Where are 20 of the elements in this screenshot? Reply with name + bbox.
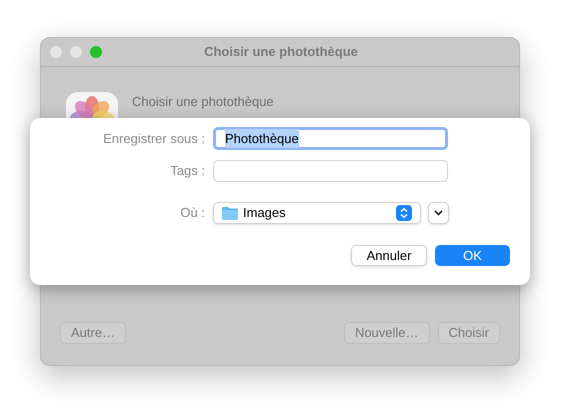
- location-select[interactable]: Images: [213, 202, 421, 224]
- other-button[interactable]: Autre…: [60, 322, 126, 344]
- field-label: Tags :: [169, 162, 205, 180]
- window-title: Choisir une photothèque: [204, 43, 358, 62]
- cancel-button[interactable]: Annuler: [351, 245, 427, 266]
- field-label: Enregistrer sous :: [102, 130, 205, 148]
- field-label: Où :: [179, 204, 205, 222]
- zoom-icon[interactable]: [90, 46, 102, 58]
- ok-button[interactable]: OK: [435, 245, 510, 266]
- tags-field[interactable]: [213, 160, 448, 182]
- window-button[interactable]: Nouvelle…: [344, 322, 430, 344]
- window-heading: Choisir une photothèque: [132, 94, 274, 110]
- expand-button[interactable]: [428, 202, 449, 224]
- stepper-icon: [396, 205, 412, 221]
- chevron-down-icon: [434, 210, 443, 216]
- name-field[interactable]: Photothèque: [213, 127, 448, 150]
- minimize-icon[interactable]: [70, 46, 82, 58]
- window-button[interactable]: Choisir: [438, 322, 500, 344]
- close-icon[interactable]: [50, 46, 62, 58]
- folder-icon: [222, 206, 238, 220]
